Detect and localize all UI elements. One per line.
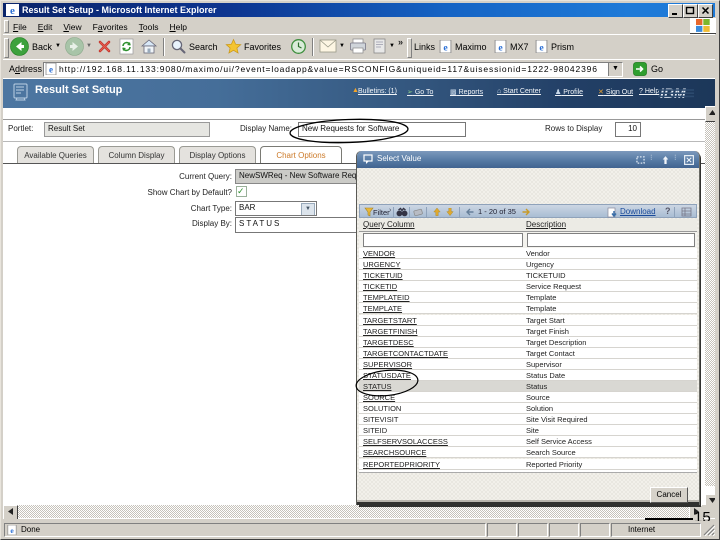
- svg-text:e: e: [443, 42, 448, 53]
- svg-text:e: e: [49, 65, 53, 75]
- svg-text:e: e: [498, 42, 503, 53]
- svg-text:e: e: [10, 5, 15, 16]
- svg-text:e: e: [539, 42, 544, 53]
